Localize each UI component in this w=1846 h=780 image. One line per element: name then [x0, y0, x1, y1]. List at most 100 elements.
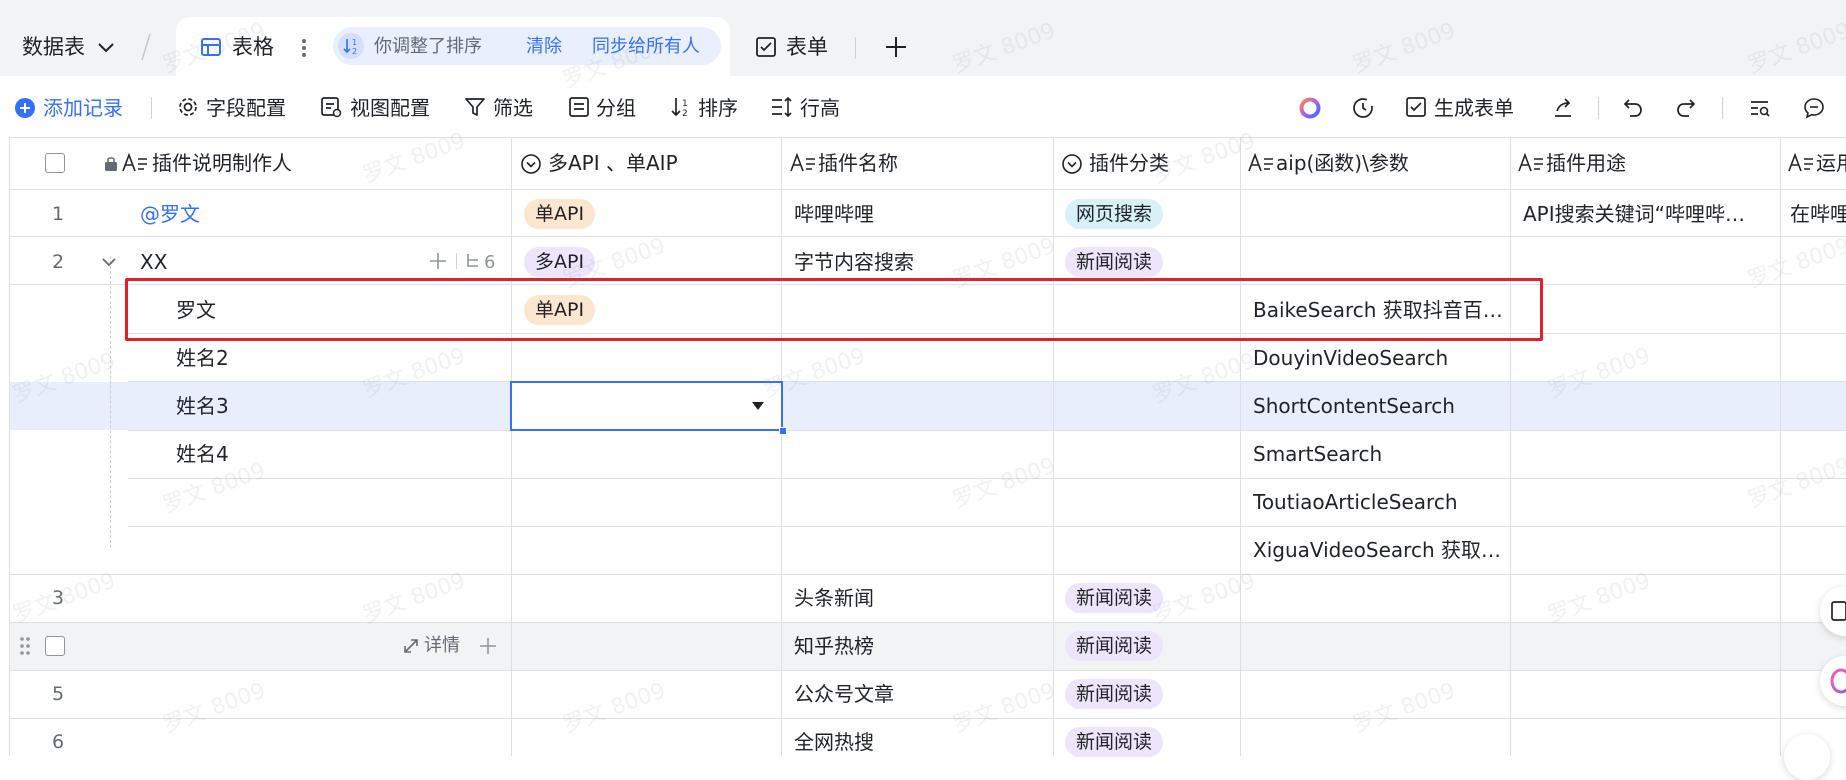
- watermark-text: 罗文 8009: [359, 568, 469, 629]
- add-sub-record-icon[interactable]: [478, 636, 498, 656]
- column-header-application[interactable]: 运用: [1816, 150, 1846, 176]
- group-button[interactable]: 分组: [596, 96, 636, 120]
- function-cell[interactable]: ShortContentSearch: [1253, 393, 1455, 419]
- help-button[interactable]: [1784, 734, 1830, 780]
- add-sub-record-icon[interactable]: [428, 251, 448, 271]
- text-icon: [1518, 152, 1544, 174]
- watermark-text: 罗文 8009: [1349, 678, 1459, 739]
- sub-records-icon: [465, 252, 481, 270]
- fill-handle[interactable]: [779, 427, 787, 435]
- grid-line: [1053, 137, 1054, 756]
- slash-divider: [140, 32, 152, 62]
- lock-icon: [104, 155, 118, 171]
- mention-link[interactable]: @罗文: [140, 201, 200, 227]
- row-checkbox[interactable]: [45, 636, 65, 656]
- tree-connector-line: [110, 256, 111, 548]
- row-number: 6: [51, 731, 65, 753]
- grid-line: [9, 236, 1846, 237]
- svg-text:2: 2: [682, 109, 688, 119]
- author-cell[interactable]: 姓名2: [176, 345, 229, 371]
- column-header-plugin-name[interactable]: 插件名称: [818, 150, 898, 176]
- field-config-button[interactable]: 字段配置: [206, 96, 286, 120]
- function-cell[interactable]: SmartSearch: [1253, 441, 1382, 467]
- column-header-api-params[interactable]: aip(函数)\参数: [1276, 150, 1409, 176]
- author-cell[interactable]: 姓名3: [176, 393, 229, 419]
- category-tag: 新闻阅读: [1065, 631, 1164, 661]
- plugin-name-cell[interactable]: 全网热搜: [794, 729, 874, 755]
- column-header-plugin-category[interactable]: 插件分类: [1089, 150, 1169, 176]
- share-icon[interactable]: [1551, 96, 1575, 120]
- category-tag: 网页搜索: [1065, 199, 1164, 229]
- detail-link[interactable]: 详情: [424, 633, 460, 659]
- dropdown-arrow-icon[interactable]: [751, 401, 765, 411]
- clear-sort-link[interactable]: 清除: [526, 38, 562, 56]
- comment-icon[interactable]: [1802, 96, 1826, 120]
- usage-cell[interactable]: API搜索关键词“哔哩哔…: [1523, 201, 1745, 227]
- undo-icon[interactable]: [1621, 96, 1645, 120]
- grid-line: [128, 526, 1846, 527]
- tab-grid[interactable]: 表格: [232, 37, 274, 58]
- plugin-name-cell[interactable]: 公众号文章: [794, 681, 894, 707]
- column-header-api-type[interactable]: 多API 、单AIP: [548, 150, 678, 176]
- row-height-button[interactable]: 行高: [800, 96, 840, 120]
- author-cell[interactable]: XX: [140, 249, 167, 275]
- view-config-icon: [320, 96, 342, 118]
- expand-icon[interactable]: [402, 637, 420, 655]
- gear-icon: [177, 96, 199, 118]
- select-icon: [520, 153, 542, 175]
- grid-line: [9, 574, 1846, 575]
- redo-icon[interactable]: [1674, 96, 1698, 120]
- plugin-name-cell[interactable]: 哔哩哔哩: [794, 201, 874, 227]
- api-tag: 单API: [524, 199, 596, 229]
- select-all-checkbox[interactable]: [45, 153, 65, 173]
- generate-form-button[interactable]: 生成表单: [1434, 96, 1514, 120]
- ai-assistant-icon[interactable]: [1298, 96, 1322, 120]
- grid-line: [9, 670, 1846, 671]
- row-number: 1: [51, 203, 65, 225]
- watermark-text: 罗文 8009: [159, 678, 269, 739]
- watermark-text: 罗文 8009: [1544, 568, 1654, 629]
- search-records-icon[interactable]: [1748, 96, 1772, 120]
- add-view-icon[interactable]: [884, 35, 908, 59]
- more-vertical-icon[interactable]: [300, 37, 308, 59]
- plugin-name-cell[interactable]: 头条新闻: [794, 585, 874, 611]
- add-record-icon[interactable]: [14, 97, 36, 119]
- grid-line: [128, 430, 1846, 431]
- history-icon[interactable]: [1351, 96, 1375, 120]
- watermark-text: 罗文 8009: [949, 453, 1059, 514]
- plugin-name-cell[interactable]: 字节内容搜索: [794, 249, 914, 275]
- sort-button[interactable]: 排序: [698, 96, 738, 120]
- author-cell[interactable]: 姓名4: [176, 441, 229, 467]
- filter-icon: [464, 96, 486, 118]
- grid-line: [781, 137, 782, 756]
- view-config-button[interactable]: 视图配置: [350, 96, 430, 120]
- grid-line: [1510, 137, 1511, 756]
- selected-cell-editor[interactable]: [510, 381, 783, 431]
- datatable-dropdown[interactable]: 数据表: [22, 37, 85, 58]
- chevron-down-icon[interactable]: [96, 40, 116, 56]
- grid-line: [9, 189, 1846, 190]
- plugin-name-cell[interactable]: 知乎热榜: [794, 633, 874, 659]
- sync-sort-link[interactable]: 同步给所有人: [592, 38, 700, 56]
- application-cell[interactable]: 在哔哩: [1790, 201, 1846, 227]
- column-header-plugin-usage[interactable]: 插件用途: [1546, 150, 1626, 176]
- text-icon: [1788, 152, 1814, 174]
- grid-line: [9, 622, 1846, 623]
- function-cell[interactable]: XiguaVideoSearch 获取…: [1253, 537, 1501, 563]
- sub-record-count: 6: [484, 252, 496, 273]
- toolbar-divider: [1722, 97, 1723, 119]
- function-cell[interactable]: DouyinVideoSearch: [1253, 345, 1448, 371]
- row-height-icon: [770, 96, 794, 118]
- grid-line: [128, 478, 1846, 479]
- add-record-button[interactable]: 添加记录: [43, 96, 123, 120]
- form-view-icon: [755, 36, 777, 58]
- grid-line: [511, 137, 512, 756]
- drag-handle-icon[interactable]: [19, 636, 31, 656]
- generate-form-icon: [1405, 96, 1427, 118]
- watermark-text: 罗文 8009: [1744, 453, 1846, 514]
- tab-form[interactable]: 表单: [786, 37, 828, 58]
- column-header-author[interactable]: 插件说明制作人: [152, 150, 292, 176]
- function-cell[interactable]: ToutiaoArticleSearch: [1253, 489, 1458, 515]
- collapse-chevron-icon[interactable]: [101, 256, 117, 268]
- filter-button[interactable]: 筛选: [493, 96, 533, 120]
